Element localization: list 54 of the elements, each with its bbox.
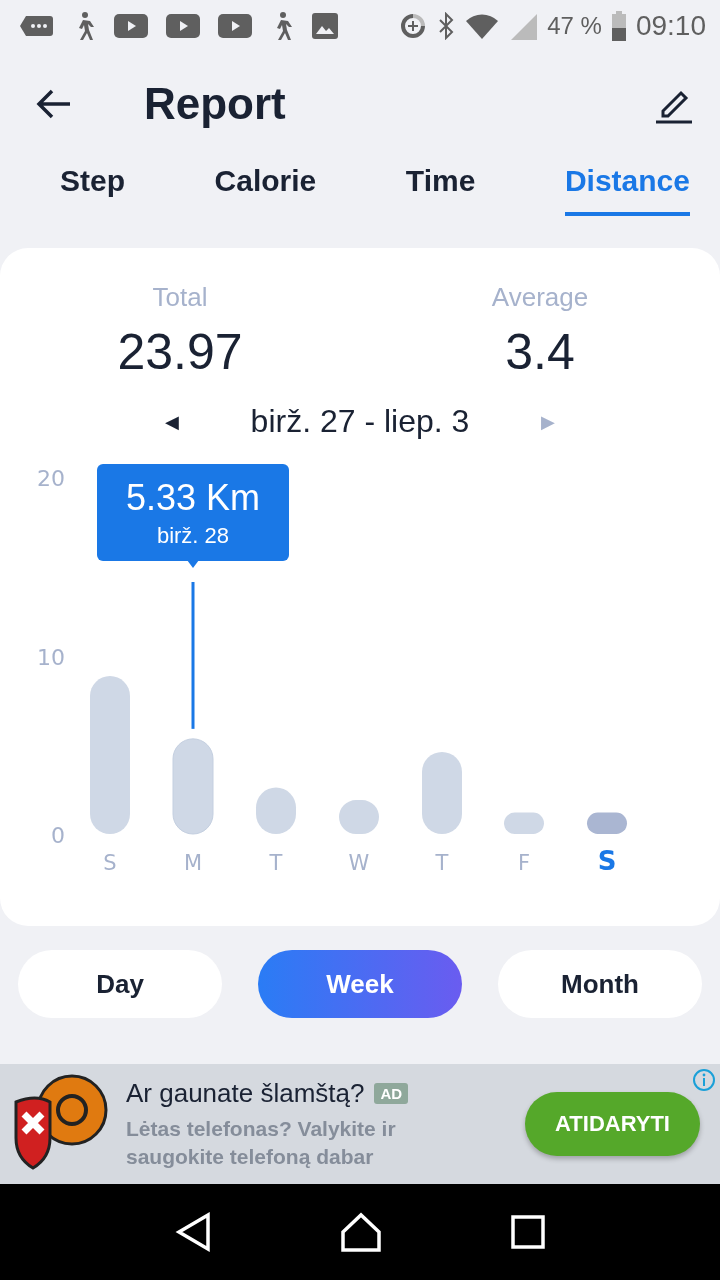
wifi-icon (465, 13, 500, 39)
battery-icon (611, 11, 626, 41)
tooltip-value: 5.33 Km (125, 476, 261, 519)
stat-label: Total (152, 282, 208, 313)
back-button[interactable] (36, 88, 72, 120)
axis-label: 20 (37, 466, 65, 491)
home-icon[interactable] (340, 1212, 382, 1252)
axis-label: 10 (37, 644, 65, 670)
battery-percent: 47 % (547, 12, 602, 40)
info-icon[interactable] (692, 1068, 716, 1092)
tab[interactable]: Distance (564, 156, 690, 216)
bar[interactable] (172, 738, 214, 835)
bar[interactable] (587, 812, 627, 834)
bar[interactable] (256, 787, 296, 834)
bluetooth-icon (437, 12, 456, 40)
page-title: Report (144, 79, 287, 129)
ad-title: Ar gaunate šlamštą? (126, 1077, 365, 1109)
video-icon (114, 14, 148, 38)
signal-icon (509, 12, 538, 40)
stat-value: 23.97 (117, 323, 243, 381)
axis-label: S (597, 846, 617, 876)
notification-icon (20, 13, 54, 39)
axis-label: 0 (51, 823, 65, 848)
ad-description: Lėtas telefonas? Valykite ir saugokite telefoną dabar (126, 1115, 397, 1170)
image-icon (312, 13, 338, 39)
axis-label: W (348, 851, 370, 875)
back-nav-icon[interactable] (174, 1212, 211, 1252)
bar[interactable] (422, 751, 462, 834)
tab[interactable]: Calorie (214, 156, 317, 216)
previous-button[interactable]: ◀ (160, 406, 183, 437)
axis-label: T (435, 851, 449, 875)
axis-label: M (183, 851, 203, 875)
date-range: birž. 27 - liep. 3 (250, 403, 470, 440)
video-icon (166, 14, 200, 38)
period-button[interactable]: Day (18, 950, 222, 1018)
tooltip-date: birž. 28 (156, 522, 230, 549)
data-saver-icon (399, 12, 428, 40)
period-button[interactable]: Week (258, 950, 462, 1018)
recents-icon[interactable] (511, 1215, 546, 1249)
axis-label: T (269, 851, 283, 875)
ad-badge: AD (374, 1082, 409, 1104)
bar[interactable] (504, 812, 544, 834)
bar[interactable] (339, 800, 379, 834)
stat-label: Average (491, 282, 589, 313)
clock: 09:10 (635, 10, 706, 42)
video-icon (218, 14, 252, 38)
axis-label: F (517, 851, 531, 875)
tab[interactable]: Step (60, 156, 125, 216)
tab[interactable]: Time (405, 156, 476, 216)
ad-banner[interactable]: Ar gaunate šlamštą? AD Lėtas telefonas? Valykite ir saugokite telefoną dabar ATIDARYTI (0, 1064, 720, 1184)
axis-label: S (103, 851, 117, 875)
stat-value: 3.4 (505, 323, 575, 381)
period-button[interactable]: Month (498, 950, 702, 1018)
bar[interactable] (90, 676, 130, 834)
